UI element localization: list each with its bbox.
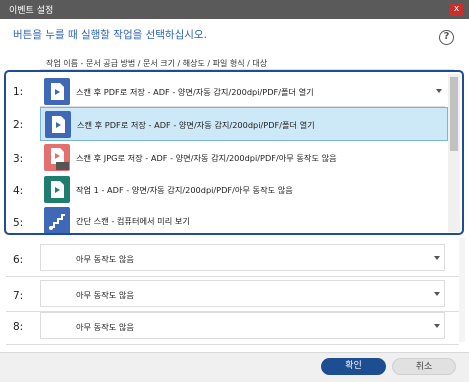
row-7-value: 아무 동작도 않음 <box>76 290 134 300</box>
scrollbar-thumb[interactable] <box>450 77 458 151</box>
window-title: 이벤트 설정 <box>9 6 54 16</box>
row-number-1: 1: <box>13 86 24 98</box>
header-divider <box>40 69 454 70</box>
help-icon[interactable]: ? <box>439 30 454 45</box>
row-6-dropdown[interactable]: 아무 동작도 않음 <box>40 244 445 271</box>
cancel-button[interactable]: 취소 <box>392 358 456 375</box>
dropdown-list: 스캔 후 PDF로 저장 - ADF - 양면/자동 감지/200dpi/PDF… <box>40 107 448 234</box>
row-number-6: 6: <box>13 254 24 266</box>
row-divider <box>6 276 459 277</box>
row-number-2: 2: <box>13 119 24 131</box>
dropdown-option-jpg[interactable]: 스캔 후 JPG로 저장 - ADF - 양면/자동 감지/200dpi/PDF… <box>40 141 448 175</box>
list-scrollbar[interactable] <box>459 238 465 342</box>
instruction-text: 버튼을 누를 때 실행할 작업을 선택하십시오. <box>13 29 207 41</box>
chevron-down-icon[interactable] <box>434 292 440 296</box>
ok-button[interactable]: 확인 <box>321 358 386 375</box>
row-8-dropdown[interactable]: 아무 동작도 않음 <box>40 312 445 339</box>
row-1-dropdown[interactable]: 스캔 후 PDF로 저장 - ADF - 양면/자동 감지/200dpi/PDF… <box>40 75 445 107</box>
close-button[interactable]: x <box>450 3 463 16</box>
row-1-value: 스캔 후 PDF로 저장 - ADF - 양면/자동 감지/200dpi/PDF… <box>76 87 314 97</box>
dropdown-option-label: 스캔 후 PDF로 저장 - ADF - 양면/자동 감지/200dpi/PDF… <box>77 120 315 130</box>
row-number-7: 7: <box>13 290 24 302</box>
dropdown-option-label: 간단 스캔 - 컴퓨터에서 미리 보기 <box>76 216 190 226</box>
dropdown-option-job1[interactable]: 작업 1 - ADF - 양면/자동 감지/200dpi/PDF/아무 동작도 … <box>40 173 448 207</box>
row-7-dropdown[interactable]: 아무 동작도 않음 <box>40 280 445 307</box>
dropdown-option-label: 작업 1 - ADF - 양면/자동 감지/200dpi/PDF/아무 동작도 … <box>76 185 293 195</box>
chevron-down-icon[interactable] <box>434 324 440 328</box>
dropdown-option-simple-scan[interactable]: 간단 스캔 - 컴퓨터에서 미리 보기 <box>40 204 448 238</box>
title-bar: 이벤트 설정 x <box>0 0 469 19</box>
jpg-scan-icon <box>44 144 70 171</box>
chevron-down-icon[interactable] <box>434 256 440 260</box>
simple-scan-icon <box>44 207 70 234</box>
dropdown-option-pdf[interactable]: 스캔 후 PDF로 저장 - ADF - 양면/자동 감지/200dpi/PDF… <box>40 107 448 141</box>
row-number-5: 5: <box>13 217 24 229</box>
column-header: 작업 이름 - 문서 공급 방법 / 문서 크기 / 해상도 / 파일 형식 /… <box>46 59 268 68</box>
row-number-4: 4: <box>13 185 24 197</box>
row-6-value: 아무 동작도 않음 <box>76 254 134 264</box>
row-8-value: 아무 동작도 않음 <box>76 322 134 332</box>
dropdown-scrollbar[interactable] <box>448 74 460 232</box>
dropdown-option-label: 스캔 후 JPG로 저장 - ADF - 양면/자동 감지/200dpi/PDF… <box>76 153 337 163</box>
pdf-scan-icon <box>44 78 70 105</box>
row-number-3: 3: <box>13 153 24 165</box>
chevron-down-icon[interactable] <box>436 89 442 93</box>
row-number-8: 8: <box>13 321 24 333</box>
row-divider <box>6 344 459 345</box>
pdf-scan-icon <box>45 111 71 138</box>
job-icon <box>44 176 70 203</box>
